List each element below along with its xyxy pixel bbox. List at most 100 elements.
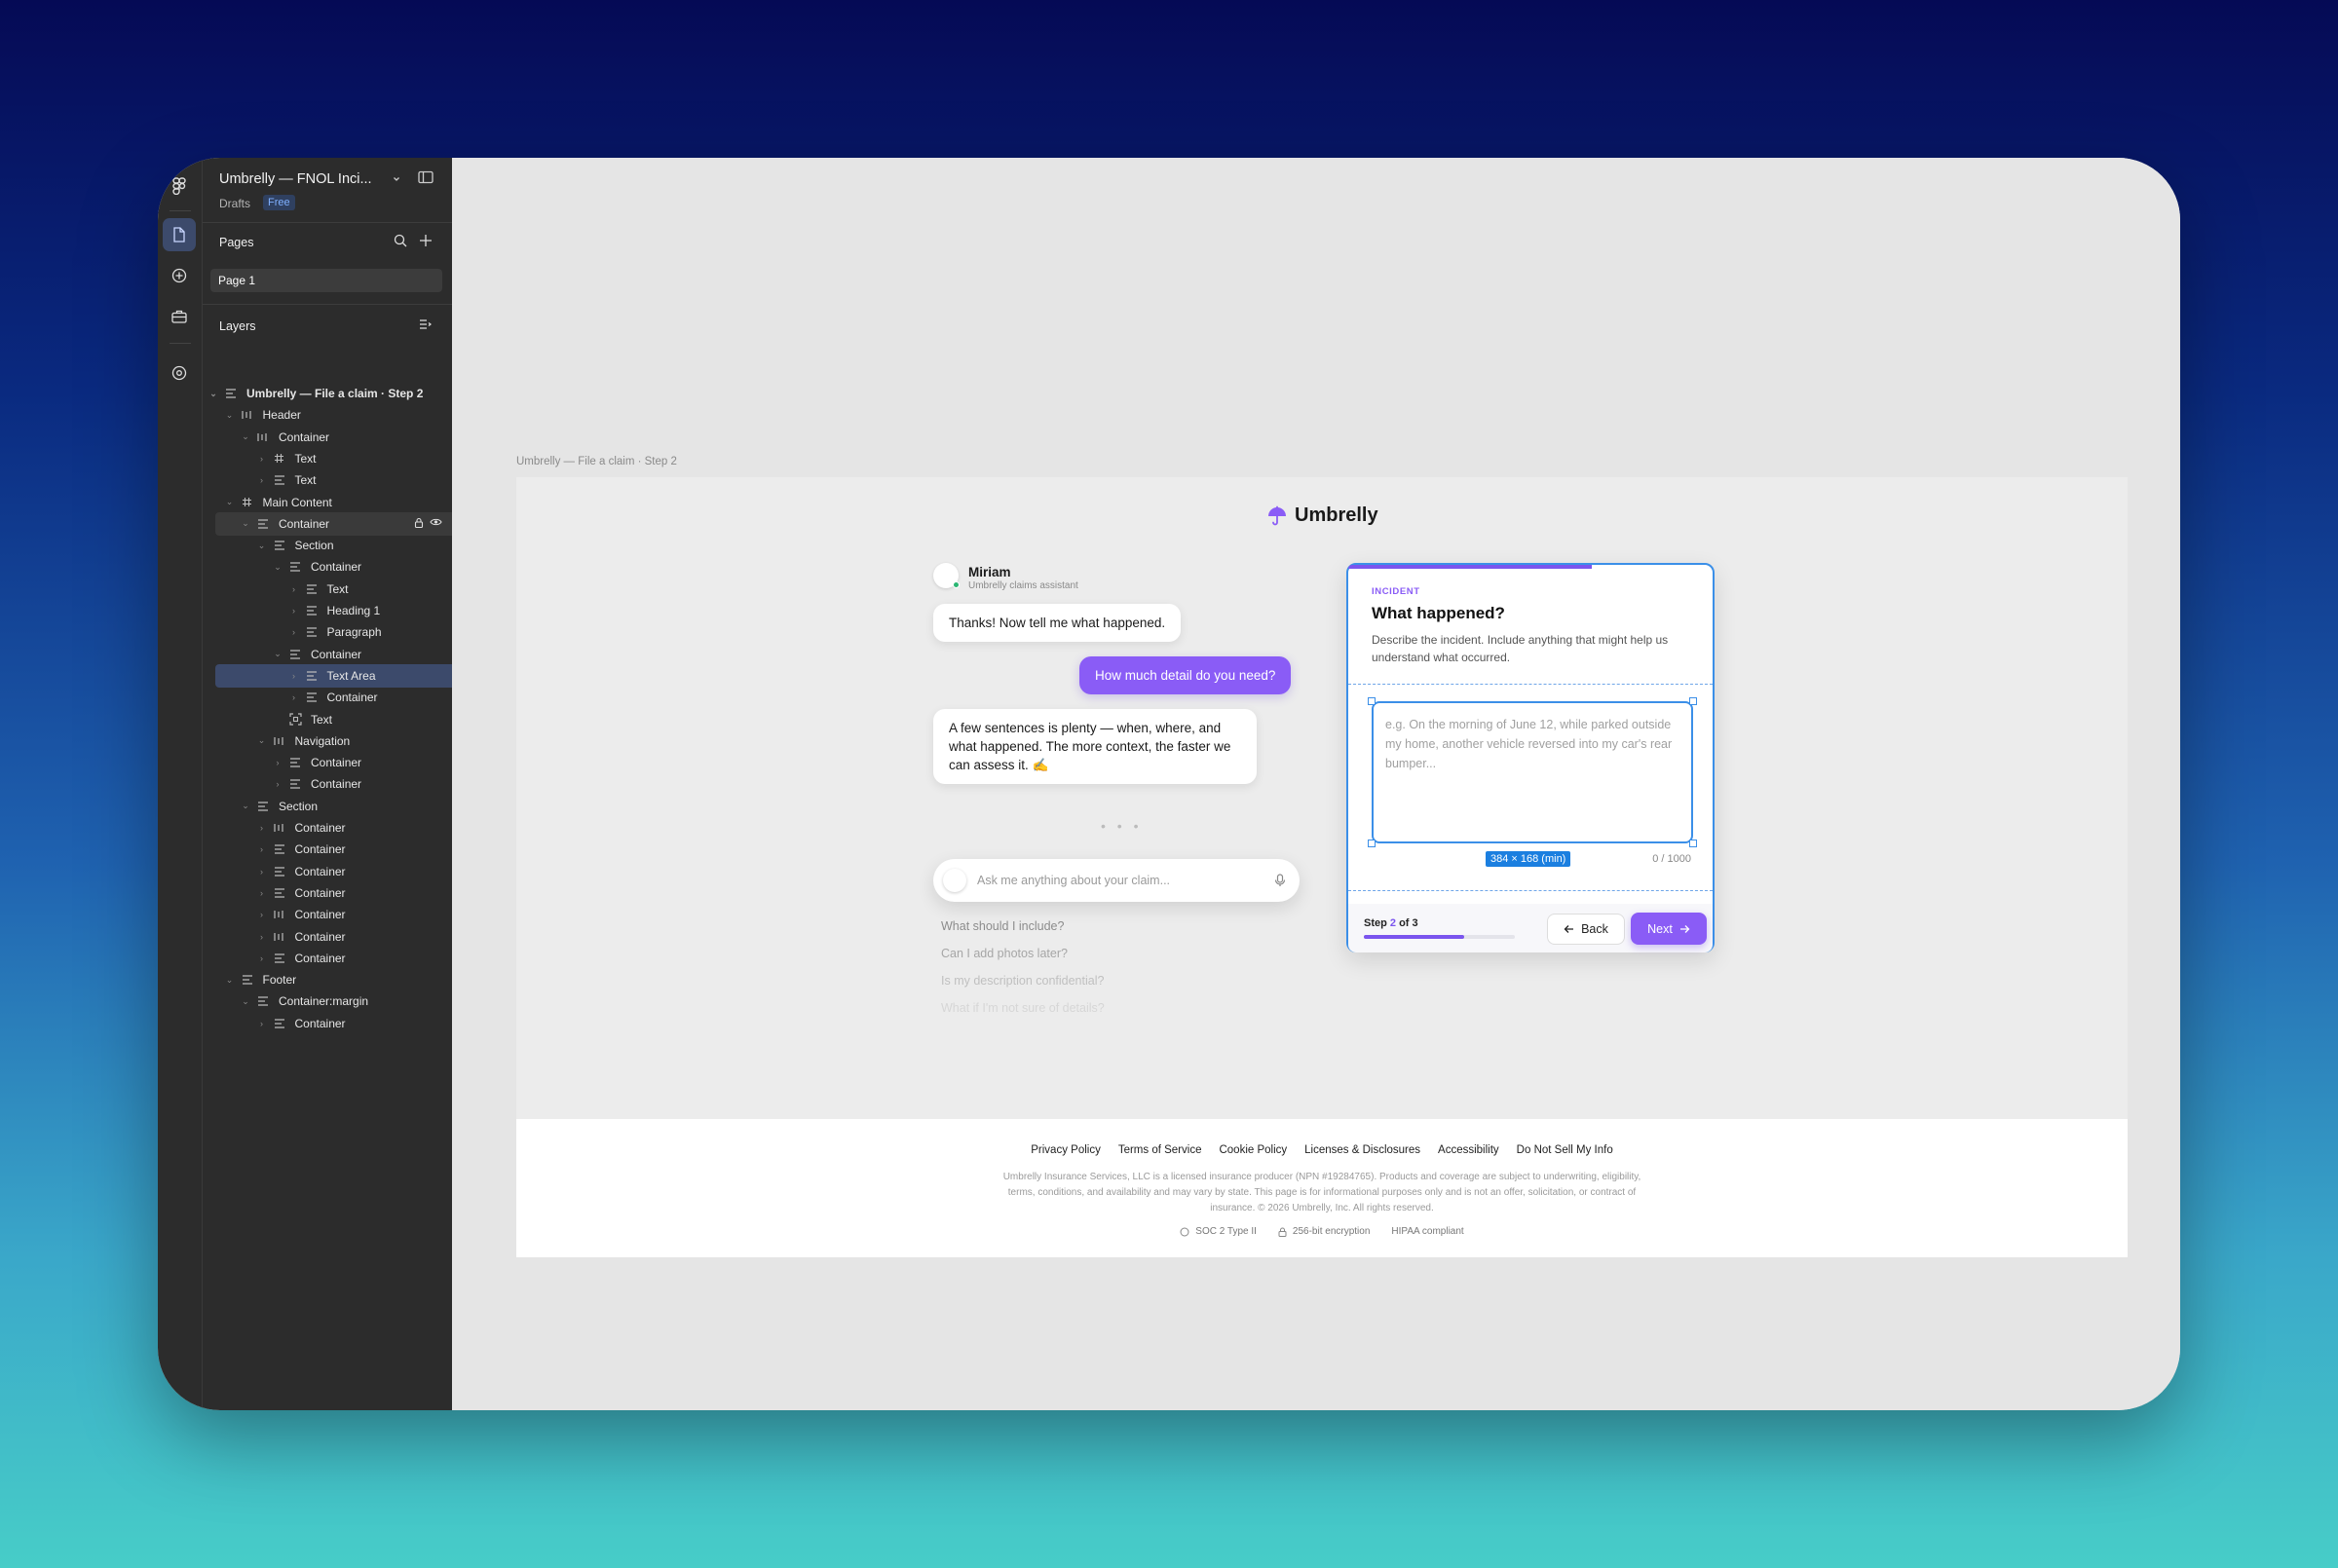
resize-handle[interactable] [1689, 697, 1697, 705]
chevron-right-icon[interactable]: › [289, 627, 299, 637]
footer-link[interactable]: Do Not Sell My Info [1517, 1144, 1613, 1156]
suggestion-chip[interactable]: What if I'm not sure of details? [941, 1001, 1105, 1015]
layer-item[interactable]: › Container [203, 925, 452, 949]
layer-label: Container [279, 516, 330, 531]
chevron-down-icon[interactable]: ⌄ [257, 541, 267, 551]
layer-item[interactable]: ⌄ Container [203, 426, 452, 449]
file-title[interactable]: Umbrelly — FNOL Inci... [219, 171, 372, 187]
layer-item[interactable]: › Container [203, 1012, 452, 1035]
layers-list-icon[interactable] [419, 318, 433, 333]
incident-textarea[interactable]: e.g. On the morning of June 12, while pa… [1372, 701, 1693, 843]
eye-icon[interactable] [430, 517, 442, 527]
chevron-down-icon[interactable]: ⌄ [225, 497, 235, 507]
chevron-down-icon[interactable]: ⌄ [225, 975, 235, 986]
chevron-right-icon[interactable]: › [257, 823, 267, 833]
chevron-right-icon[interactable]: › [257, 867, 267, 877]
layer-item[interactable]: › Container [203, 838, 452, 861]
chevron-down-icon[interactable]: ⌄ [208, 389, 218, 399]
frame-label[interactable]: Umbrelly — File a claim · Step 2 [516, 456, 677, 467]
next-button[interactable]: Next [1631, 913, 1707, 945]
toggle-sidebar-icon[interactable] [418, 170, 434, 187]
footer-link[interactable]: Cookie Policy [1219, 1144, 1287, 1156]
chevron-right-icon[interactable]: › [273, 779, 283, 789]
layer-item[interactable]: ⌄ Container [215, 511, 452, 536]
figma-menu-icon[interactable] [163, 169, 196, 203]
layer-item[interactable]: › Text [203, 468, 452, 492]
layer-item[interactable]: › Container [203, 772, 452, 796]
layer-item[interactable]: ⌄ Main Content [203, 491, 452, 514]
lock-icon[interactable] [414, 517, 424, 528]
chevron-right-icon[interactable]: › [289, 606, 299, 616]
file-location[interactable]: Drafts [219, 197, 250, 210]
footer-link[interactable]: Privacy Policy [1031, 1144, 1101, 1156]
chevron-right-icon[interactable]: › [273, 758, 283, 767]
chevron-down-icon[interactable]: ⌄ [241, 518, 250, 529]
layer-item[interactable]: ⌄ Section [203, 534, 452, 557]
canvas[interactable]: Umbrelly — File a claim · Step 2 Umbrell… [452, 158, 2180, 1410]
layer-item[interactable]: Text [203, 708, 452, 731]
chevron-right-icon[interactable]: › [257, 953, 267, 963]
ask-input[interactable]: Ask me anything about your claim... [933, 859, 1300, 902]
chevron-right-icon[interactable]: › [257, 454, 267, 464]
footer-link[interactable]: Licenses & Disclosures [1304, 1144, 1420, 1156]
layer-item[interactable]: › Container [203, 947, 452, 970]
chevron-right-icon[interactable]: › [257, 932, 267, 942]
layer-item[interactable]: ⌄ Section [203, 795, 452, 818]
layer-item[interactable]: › Text [203, 578, 452, 601]
chevron-down-icon[interactable]: ⌄ [273, 649, 283, 659]
layer-item[interactable]: › Text [203, 447, 452, 470]
layer-item[interactable]: ⌄ Navigation [203, 729, 452, 753]
layer-item[interactable]: ⌄ Container [203, 555, 452, 579]
chevron-right-icon[interactable]: › [289, 671, 299, 681]
layer-item[interactable]: ⌄ Header [203, 403, 452, 427]
page-frame[interactable]: Umbrelly Miriam Umbrelly claims assistan… [516, 477, 2128, 1257]
footer-link[interactable]: Accessibility [1438, 1144, 1499, 1156]
chevron-right-icon[interactable]: › [257, 888, 267, 898]
layer-item[interactable]: ⌄ Container:margin [203, 989, 452, 1013]
layer-item[interactable]: › Container [203, 903, 452, 926]
chevron-right-icon[interactable]: › [257, 910, 267, 919]
pages-file-icon[interactable] [163, 218, 196, 251]
back-button[interactable]: Back [1547, 914, 1625, 945]
resize-handle[interactable] [1689, 840, 1697, 847]
chevron-down-icon[interactable]: ⌄ [241, 996, 250, 1007]
chevron-down-icon[interactable]: ⌄ [273, 562, 283, 573]
layer-item[interactable]: › Container [203, 816, 452, 840]
chevron-down-icon[interactable] [392, 173, 401, 187]
resize-handle[interactable] [1368, 840, 1376, 847]
chevron-down-icon[interactable]: ⌄ [241, 801, 250, 811]
chevron-right-icon[interactable]: › [257, 844, 267, 854]
microphone-icon[interactable] [1274, 874, 1286, 887]
chevron-right-icon[interactable]: › [257, 1019, 267, 1028]
chevron-down-icon[interactable]: ⌄ [241, 431, 250, 442]
layer-item[interactable]: › Container [203, 686, 452, 709]
plugins-gear-icon[interactable] [163, 356, 196, 390]
incident-card[interactable]: INCIDENT What happened? Describe the inc… [1346, 563, 1715, 952]
layer-item[interactable]: › Paragraph [203, 620, 452, 644]
layer-item[interactable]: › Heading 1 [203, 599, 452, 622]
resize-handle[interactable] [1368, 697, 1376, 705]
layer-item[interactable]: ⌄ Umbrelly — File a claim · Step 2 [203, 382, 452, 405]
chevron-down-icon[interactable]: ⌄ [225, 410, 235, 421]
layer-item[interactable]: › Container [203, 881, 452, 905]
chevron-down-icon[interactable]: ⌄ [257, 735, 267, 746]
layer-item[interactable]: ⌄ Container [203, 643, 452, 666]
chevron-right-icon[interactable]: › [257, 475, 267, 485]
page-item[interactable]: Page 1 [210, 269, 442, 292]
chevron-right-icon[interactable]: › [289, 584, 299, 594]
add-plus-circle-icon[interactable] [163, 259, 196, 292]
arrow-left-icon [1564, 925, 1574, 933]
footer-link[interactable]: Terms of Service [1118, 1144, 1202, 1156]
add-page-icon[interactable] [419, 234, 433, 250]
layer-item[interactable]: › Container [203, 860, 452, 883]
chevron-right-icon[interactable]: › [289, 692, 299, 702]
layer-item[interactable]: ⌄ Footer [203, 968, 452, 991]
assets-toolbox-icon[interactable] [163, 300, 196, 333]
suggestion-chip[interactable]: Can I add photos later? [941, 947, 1068, 960]
search-icon[interactable] [394, 234, 407, 250]
layer-item[interactable]: › Container [203, 751, 452, 774]
layer-item[interactable]: › Text Area [215, 663, 452, 688]
suggestion-chip[interactable]: Is my description confidential? [941, 974, 1104, 988]
suggestion-chip[interactable]: What should I include? [941, 919, 1064, 933]
ask-placeholder[interactable]: Ask me anything about your claim... [977, 874, 1274, 887]
